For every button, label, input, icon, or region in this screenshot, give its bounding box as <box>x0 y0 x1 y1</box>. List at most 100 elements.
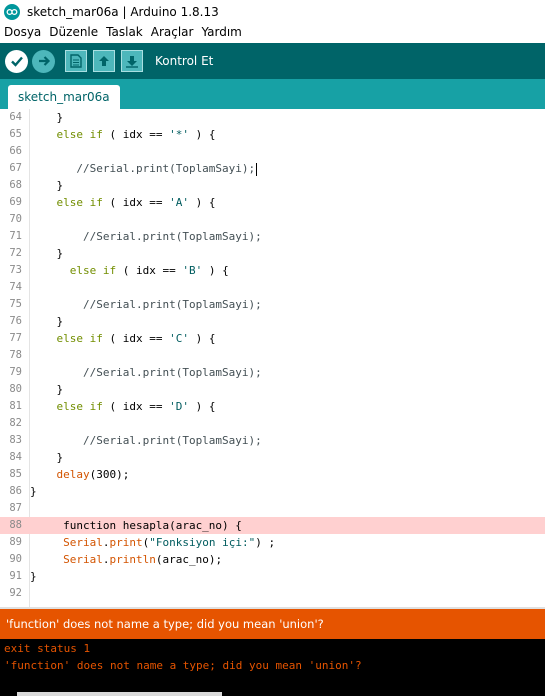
line-code: //Serial.print(ToplamSayi); <box>30 298 262 311</box>
tab-sketch[interactable]: sketch_mar06a <box>8 85 120 109</box>
code-line-69[interactable]: 69 else if ( idx == 'A' ) { <box>0 194 545 211</box>
line-number: 67 <box>9 162 22 174</box>
code-line-64[interactable]: 64 } <box>0 109 545 126</box>
upload-button[interactable] <box>32 49 55 73</box>
line-code: } <box>30 383 64 396</box>
code-line-78[interactable]: 78 <box>0 347 545 364</box>
save-icon <box>126 56 138 68</box>
line-number: 73 <box>9 264 22 276</box>
code-line-75[interactable]: 75 //Serial.print(ToplamSayi); <box>0 296 545 313</box>
line-number: 65 <box>9 128 22 140</box>
console-line: 'function' does not name a type; did you… <box>4 659 362 672</box>
save-button[interactable] <box>121 50 143 72</box>
code-line-87[interactable]: 87 <box>0 500 545 517</box>
line-number: 91 <box>9 570 22 582</box>
new-icon <box>70 54 82 68</box>
upload-icon <box>38 56 50 66</box>
code-line-77[interactable]: 77 else if ( idx == 'C' ) { <box>0 330 545 347</box>
line-number: 71 <box>9 230 22 242</box>
console-output[interactable]: exit status 1 'function' does not name a… <box>0 639 545 696</box>
line-number: 69 <box>9 196 22 208</box>
line-code: } <box>30 247 64 260</box>
code-line-79[interactable]: 79 //Serial.print(ToplamSayi); <box>0 364 545 381</box>
line-number: 87 <box>9 502 22 514</box>
code-line-76[interactable]: 76 } <box>0 313 545 330</box>
code-line-80[interactable]: 80 } <box>0 381 545 398</box>
menu-araclar[interactable]: Araçlar <box>147 23 198 42</box>
line-code: Serial.println(arac_no); <box>63 553 223 566</box>
line-number: 74 <box>9 281 22 293</box>
code-line-85[interactable]: 85 delay(300); <box>0 466 545 483</box>
code-line-70[interactable]: 70 <box>0 211 545 228</box>
verify-button[interactable] <box>5 49 28 73</box>
line-number: 66 <box>9 145 22 157</box>
code-line-65[interactable]: 65 else if ( idx == '*' ) { <box>0 126 545 143</box>
line-code: function hesapla(arac_no) { <box>30 519 242 532</box>
title-bar: sketch_mar06a | Arduino 1.8.13 <box>0 0 545 23</box>
code-line-83[interactable]: 83 //Serial.print(ToplamSayi); <box>0 432 545 449</box>
code-line-67[interactable]: 67 //Serial.print(ToplamSayi); <box>0 160 545 177</box>
line-code: else if ( idx == 'A' ) { <box>56 196 216 209</box>
line-number: 81 <box>9 400 22 412</box>
line-code: else if ( idx == '*' ) { <box>56 128 216 141</box>
code-line-91[interactable]: 91} <box>0 568 545 585</box>
line-number: 72 <box>9 247 22 259</box>
menu-dosya[interactable]: Dosya <box>0 23 45 42</box>
new-button[interactable] <box>65 50 87 72</box>
menu-taslak[interactable]: Taslak <box>102 23 147 42</box>
code-line-88[interactable]: 88 function hesapla(arac_no) { <box>0 517 545 534</box>
line-number: 70 <box>9 213 22 225</box>
line-number: 80 <box>9 383 22 395</box>
line-number: 76 <box>9 315 22 327</box>
arduino-logo-icon <box>4 3 20 20</box>
line-number: 79 <box>9 366 22 378</box>
menu-bar: Dosya Düzenle Taslak Araçlar Yardım <box>0 23 545 42</box>
line-number: 82 <box>9 417 22 429</box>
open-button[interactable] <box>93 50 115 72</box>
line-number: 86 <box>9 485 22 497</box>
code-line-89[interactable]: 89 Serial.print("Fonksiyon içi:") ; <box>0 534 545 551</box>
line-number: 75 <box>9 298 22 310</box>
code-line-73[interactable]: 73 else if ( idx == 'B' ) { <box>0 262 545 279</box>
line-number: 83 <box>9 434 22 446</box>
code-line-81[interactable]: 81 else if ( idx == 'D' ) { <box>0 398 545 415</box>
code-line-86[interactable]: 86} <box>0 483 545 500</box>
code-line-72[interactable]: 72 } <box>0 245 545 262</box>
code-line-68[interactable]: 68 } <box>0 177 545 194</box>
line-code: } <box>30 315 64 328</box>
line-number: 64 <box>9 111 22 123</box>
line-code: } <box>30 111 64 124</box>
open-icon <box>99 56 109 66</box>
line-number: 92 <box>9 587 22 599</box>
line-number: 84 <box>9 451 22 463</box>
line-code: else if ( idx == 'D' ) { <box>56 400 216 413</box>
verify-icon <box>10 56 23 67</box>
line-number: 85 <box>9 468 22 480</box>
code-line-66[interactable]: 66 <box>0 143 545 160</box>
code-line-74[interactable]: 74 <box>0 279 545 296</box>
line-code: //Serial.print(ToplamSayi); <box>30 162 258 176</box>
line-code: //Serial.print(ToplamSayi); <box>30 230 262 243</box>
line-code: } <box>30 570 37 583</box>
console-line: exit status 1 <box>4 642 91 655</box>
code-line-82[interactable]: 82 <box>0 415 545 432</box>
menu-duzenle[interactable]: Düzenle <box>45 23 102 42</box>
code-editor[interactable]: 64 } 65 else if ( idx == '*' ) {66 67 //Se… <box>0 109 545 607</box>
menu-yardim[interactable]: Yardım <box>197 23 245 42</box>
line-number: 78 <box>9 349 22 361</box>
code-line-71[interactable]: 71 //Serial.print(ToplamSayi); <box>0 228 545 245</box>
error-message-bar: 'function' does not name a type; did you… <box>0 609 545 639</box>
toolbar: Kontrol Et <box>0 43 545 79</box>
line-code: //Serial.print(ToplamSayi); <box>30 434 262 447</box>
line-code: //Serial.print(ToplamSayi); <box>30 366 262 379</box>
line-code: } <box>30 451 64 464</box>
code-line-90[interactable]: 90 Serial.println(arac_no); <box>0 551 545 568</box>
window-title: sketch_mar06a | Arduino 1.8.13 <box>27 4 219 19</box>
line-code: else if ( idx == 'B' ) { <box>69 264 229 277</box>
line-number: 68 <box>9 179 22 191</box>
line-code: delay(300); <box>56 468 130 481</box>
console-horizontal-scrollbar[interactable] <box>17 692 222 696</box>
line-code: else if ( idx == 'C' ) { <box>56 332 216 345</box>
code-line-84[interactable]: 84 } <box>0 449 545 466</box>
code-line-92[interactable]: 92 <box>0 585 545 602</box>
